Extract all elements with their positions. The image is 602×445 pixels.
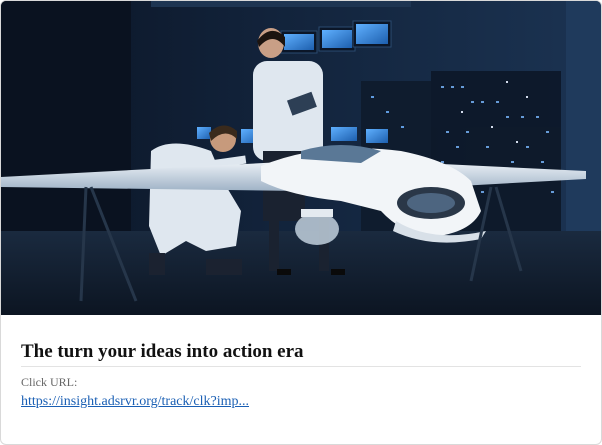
click-url-label: Click URL: (21, 375, 78, 389)
ad-title[interactable]: The turn your ideas into action era (21, 341, 581, 367)
click-url-link[interactable]: https://insight.adsrvr.org/track/clk?imp… (21, 394, 249, 410)
hero-illustration (1, 1, 601, 315)
ad-card: The turn your ideas into action era Clic… (0, 0, 602, 445)
ad-body: The turn your ideas into action era Clic… (21, 315, 581, 410)
ad-hero-image[interactable] (1, 1, 601, 315)
